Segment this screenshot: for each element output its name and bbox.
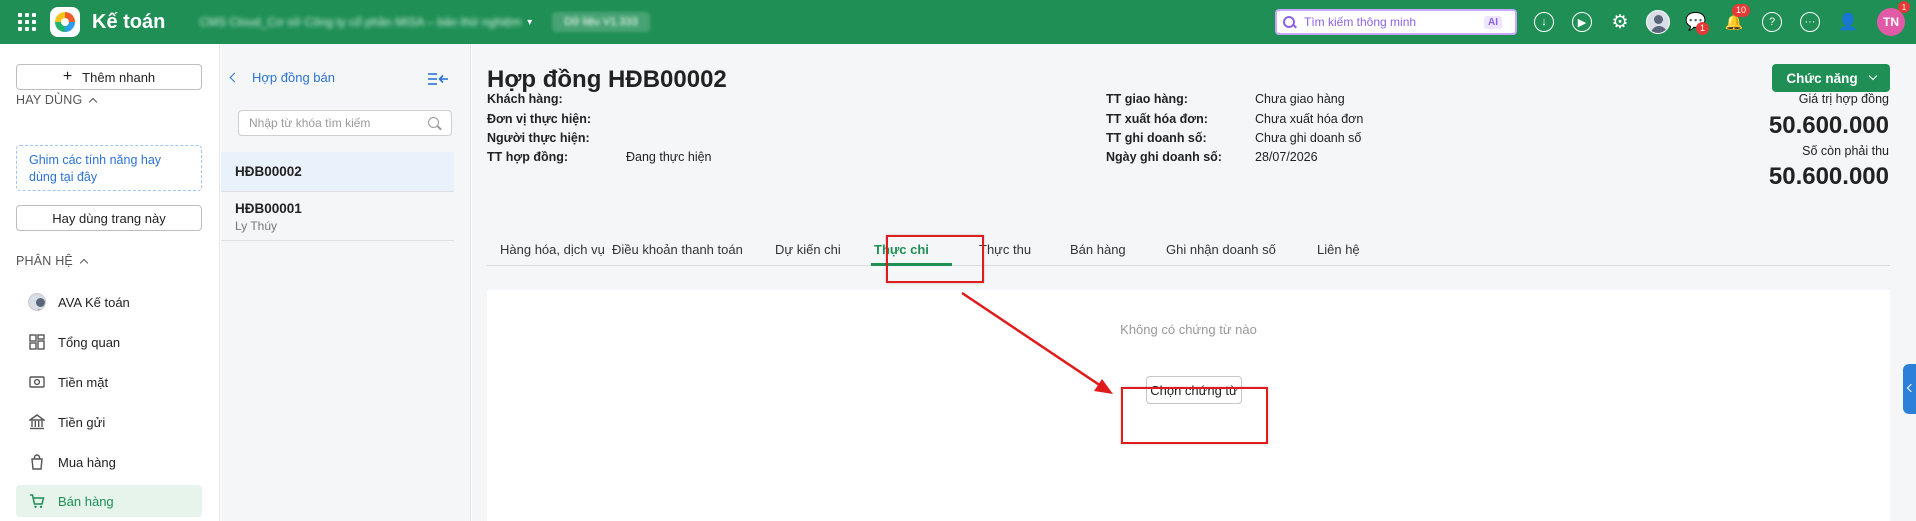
chevron-left-icon [229, 72, 240, 83]
tab-actual-income[interactable]: Thực thu [979, 242, 1031, 257]
pin-hint: Ghim các tính năng hay dùng tại đây [16, 145, 202, 191]
tab-goods-services[interactable]: Hàng hóa, dịch vụ [500, 242, 605, 257]
chat-icon[interactable]: 💬 1 [1684, 10, 1710, 35]
more-icon[interactable]: ··· [1798, 10, 1822, 34]
cart-icon [28, 492, 46, 510]
sidebar-item-label: Bán hàng [58, 493, 114, 509]
sidebar-item-label: Mua hàng [58, 454, 116, 470]
sidebar-item-label: Tổng quan [58, 334, 121, 350]
quick-add-button[interactable]: + Thêm nhanh [16, 64, 202, 90]
add-frequent-button[interactable]: Hay dùng trang này [16, 205, 202, 231]
revenue-status-label: TT ghi doanh số: [1106, 131, 1207, 145]
list-item-person: Ly Thúy [235, 219, 278, 233]
delivery-status-value: Chưa giao hàng [1255, 92, 1345, 106]
top-icon-bar: ↓ ▶ ⚙ 💬 1 🔔 10 ? ··· 👤 [1532, 0, 1874, 44]
list-search[interactable] [238, 110, 452, 136]
sidebar-item-bank[interactable]: Tiền gửi [16, 406, 202, 438]
search-icon [1283, 15, 1296, 29]
smart-search[interactable]: AI [1275, 9, 1517, 35]
quick-add-label: Thêm nhanh [82, 69, 156, 85]
chevron-down-icon [1868, 71, 1877, 81]
download-icon[interactable]: ↓ [1532, 10, 1556, 34]
customer-label: Khách hàng: [487, 92, 563, 106]
list-item-code: HĐB00001 [235, 201, 302, 216]
chevron-up-icon [79, 258, 89, 268]
gear-icon[interactable]: ⚙ [1608, 10, 1632, 34]
tab-highlight-box [886, 235, 984, 283]
executor-label: Người thực hiện: [487, 131, 590, 145]
back-link-label: Hợp đồng bán [252, 70, 335, 85]
contract-status-value: Đang thực hiện [626, 150, 712, 164]
person-icon[interactable]: 👤 [1836, 10, 1860, 34]
contract-list-pane: Hợp đồng bán HĐB00002 HĐB00001 Ly Thúy [221, 44, 471, 521]
dashboard-icon [28, 333, 46, 351]
contract-status-label: TT hợp đồng: [487, 150, 569, 164]
revenue-status-value: Chưa ghi doanh số [1255, 131, 1362, 145]
remaining-label: Số còn phải thu [1802, 144, 1889, 158]
list-item[interactable]: HĐB00002 [221, 152, 454, 192]
assistant-avatar-icon[interactable] [1646, 10, 1670, 34]
function-menu-label: Chức năng [1786, 70, 1858, 86]
delivery-status-label: TT giao hàng: [1106, 92, 1188, 106]
app-title[interactable]: Kế toán [92, 11, 165, 34]
list-item-code: HĐB00002 [235, 164, 302, 179]
list-search-input[interactable] [249, 116, 419, 130]
contract-value: 50.600.000 [1768, 112, 1889, 139]
function-menu-button[interactable]: Chức năng [1772, 64, 1890, 92]
notification-count-badge: 10 [1732, 4, 1751, 17]
revenue-date-label: Ngày ghi doanh số: [1106, 150, 1222, 164]
sidebar-item-label: Tiền gửi [58, 414, 106, 430]
sidebar-item-purchase[interactable]: Mua hàng [16, 446, 202, 478]
sidebar-item-label: Tiền mặt [58, 374, 109, 390]
plus-icon: + [62, 68, 73, 85]
tab-revenue-recognition[interactable]: Ghi nhận doanh số [1166, 242, 1276, 257]
chat-count-badge: 1 [1696, 22, 1710, 35]
bank-icon [28, 413, 46, 431]
executing-unit-label: Đơn vị thực hiện: [487, 112, 592, 126]
sidebar-item-label: AVA Kế toán [58, 294, 130, 310]
chevron-down-icon[interactable]: ▾ [527, 17, 532, 28]
invoice-status-value: Chưa xuất hóa đơn [1255, 112, 1364, 126]
smart-search-input[interactable] [1304, 15, 1484, 29]
button-highlight-box [1121, 387, 1268, 444]
chevron-up-icon [89, 97, 98, 107]
collapse-panel-icon[interactable] [427, 71, 449, 87]
tab-payment-terms[interactable]: Điều khoản thanh toán [612, 242, 743, 257]
sidebar-item-sales[interactable]: Bán hàng [16, 485, 202, 517]
search-icon[interactable] [428, 116, 441, 130]
side-panel-toggle[interactable] [1903, 364, 1916, 414]
contract-value-label: Giá trị hợp đồng [1798, 92, 1889, 106]
remaining-value: 50.600.000 [1768, 163, 1889, 190]
invoice-status-label: TT xuất hóa đơn: [1106, 112, 1208, 126]
tab-planned-expense[interactable]: Dự kiến chi [775, 242, 841, 257]
tab-sales[interactable]: Bán hàng [1070, 242, 1126, 257]
user-badge: 1 [1898, 1, 1910, 13]
contract-detail: Hợp đồng HĐB00002 Chức năng Khách hàng: … [472, 44, 1916, 521]
modules-section-header[interactable]: PHÂN HỆ [16, 254, 89, 268]
page-title: Hợp đồng HĐB00002 [487, 66, 727, 93]
frequent-section-header[interactable]: HAY DÙNG [16, 93, 98, 107]
sidebar-item-cash[interactable]: Tiền mặt [16, 366, 202, 398]
list-item[interactable]: HĐB00001 Ly Thúy [221, 192, 454, 241]
tab-contacts[interactable]: Liên hệ [1317, 242, 1360, 257]
help-icon[interactable]: ? [1760, 10, 1784, 34]
revenue-date-value: 28/07/2026 [1255, 150, 1318, 164]
back-link[interactable]: Hợp đồng bán [229, 70, 335, 85]
sidebar: + Thêm nhanh HAY DÙNG Ghim các tính năng… [0, 44, 220, 521]
bell-icon[interactable]: 🔔 10 [1722, 4, 1751, 34]
app-launcher-icon[interactable] [18, 13, 36, 31]
shopping-bag-icon [28, 453, 46, 471]
cash-icon [28, 373, 46, 391]
database-badge[interactable]: Dữ liệu V1.333 [552, 12, 650, 32]
app-logo[interactable] [50, 7, 80, 37]
play-icon[interactable]: ▶ [1570, 10, 1594, 34]
tab-bar: Hàng hóa, dịch vụ Điều khoản thanh toán … [487, 242, 1890, 266]
sidebar-item-ava[interactable]: AVA Kế toán [16, 286, 202, 318]
ai-badge[interactable]: AI [1484, 15, 1502, 29]
company-selector[interactable]: CMS Cloud_Cơ sở Công ty cổ phần MISA – b… [199, 15, 521, 29]
sidebar-item-overview[interactable]: Tổng quan [16, 326, 202, 358]
empty-state-text: Không có chứng từ nào [1120, 322, 1257, 337]
ava-avatar-icon [28, 293, 46, 311]
